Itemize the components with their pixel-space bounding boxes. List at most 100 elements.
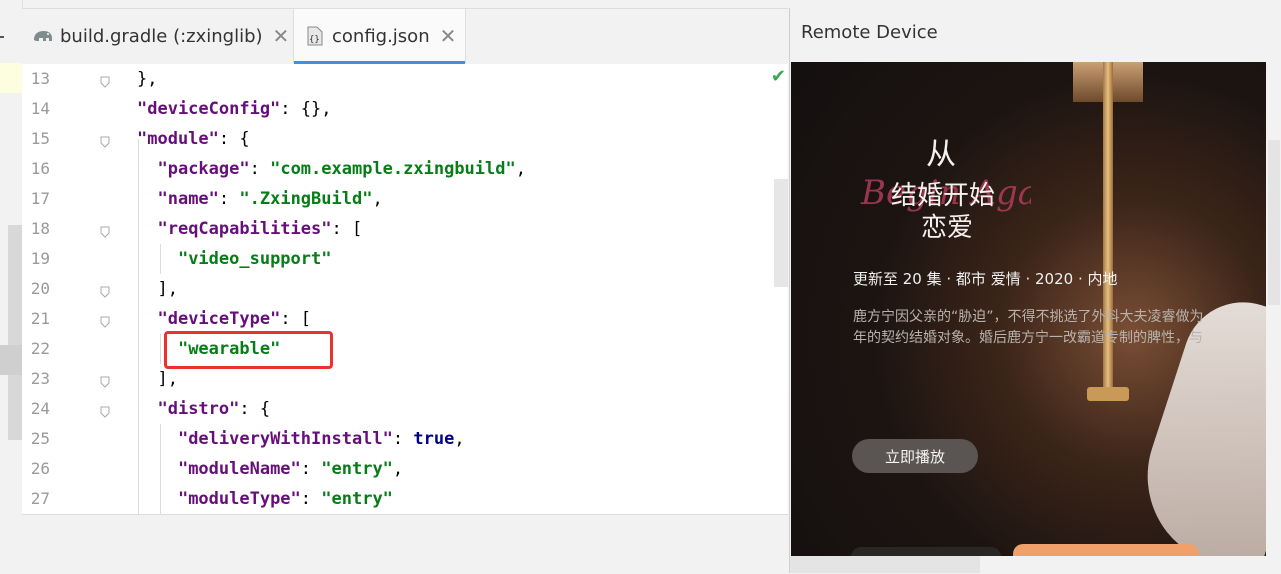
lamp-base: [1087, 387, 1129, 401]
code-token: : {: [239, 399, 271, 419]
code-line[interactable]: "deliveryWithInstall": true,: [137, 424, 465, 454]
indent-guide: [138, 139, 139, 514]
indent-guide: [160, 244, 161, 274]
code-token: "module": [137, 129, 219, 149]
code-line[interactable]: "module": {: [137, 124, 250, 154]
panel-title: Remote Device: [801, 22, 938, 43]
code-token: "reqCapabilities": [157, 219, 332, 239]
line-number: 15: [30, 129, 50, 148]
code-token: "video_support": [177, 249, 332, 269]
primary-button[interactable]: [1013, 544, 1199, 556]
fold-marker-icon[interactable]: [100, 73, 110, 88]
indent-guide: [160, 424, 161, 514]
code-token: :: [300, 459, 322, 479]
editor-scrollbar[interactable]: [774, 179, 788, 287]
code-token: true: [413, 429, 455, 449]
code-token: "deliveryWithInstall": [177, 429, 393, 449]
tab-label: build.gradle (:zxinglib): [60, 25, 263, 47]
line-number: 25: [30, 429, 50, 448]
device-screen[interactable]: Begin Again 从 结婚开始 恋爱 更新至 20 集 · 都市 爱情 ·…: [791, 62, 1266, 556]
code-token: ,: [515, 159, 526, 179]
code-line[interactable]: "moduleType": "entry": [137, 484, 393, 514]
check-icon: ✔: [770, 66, 786, 87]
line-number: 26: [30, 459, 50, 478]
line-number: 14: [30, 99, 50, 118]
code-token: ,: [454, 429, 465, 449]
fold-marker-icon[interactable]: [100, 403, 110, 418]
code-line[interactable]: "package": "com.example.zxingbuild",: [137, 154, 526, 184]
code-line[interactable]: },: [137, 64, 157, 94]
code-token: : [: [331, 219, 363, 239]
code-token: :: [218, 189, 240, 209]
fold-marker-icon[interactable]: [100, 373, 110, 388]
json-file-icon: {}: [304, 26, 326, 46]
desc-line: 鹿方宁因父亲的“胁迫”，不得不挑选了外科大夫凌睿做为: [853, 309, 1204, 325]
bottom-panel: [22, 514, 788, 574]
wearable-highlight-box: [164, 331, 333, 369]
code-token: ".ZxingBuild": [239, 189, 373, 209]
code-token: "entry": [321, 459, 393, 479]
tab-config-json[interactable]: {} config.json ✕: [293, 9, 466, 64]
desc-line: 年的契约结婚对象。婚后鹿方宁一改霸道专制的脾性，与: [853, 330, 1203, 346]
code-line[interactable]: "deviceConfig": {},: [137, 94, 331, 124]
code-line[interactable]: "video_support": [137, 244, 332, 274]
svg-text:从: 从: [926, 137, 956, 172]
line-number: 13: [30, 69, 50, 88]
code-editor[interactable]: 13 14 15 16 17 18 19 20 21 22 23 24 25 26 27 }, "device…: [22, 64, 788, 514]
code-token: : {: [218, 129, 250, 149]
close-icon[interactable]: ✕: [440, 24, 457, 48]
left-scrollbar[interactable]: [8, 225, 22, 440]
tab-label: config.json: [332, 25, 430, 47]
code-line[interactable]: "distro": {: [137, 394, 270, 424]
code-token: ,: [372, 189, 383, 209]
code-token: "name": [157, 189, 219, 209]
device-scrollbar[interactable]: [1268, 140, 1280, 305]
line-number: 24: [30, 399, 50, 418]
secondary-button[interactable]: [851, 547, 1001, 556]
line-number: 18: [30, 219, 50, 238]
left-scrollbar-thumb[interactable]: [0, 345, 22, 375]
show-meta: 更新至 20 集 · 都市 爱情 · 2020 · 内地: [853, 270, 1118, 288]
code-token: ],: [157, 369, 178, 389]
fold-marker-icon[interactable]: [100, 223, 110, 238]
svg-text:{}: {}: [309, 35, 320, 45]
fold-marker-icon[interactable]: [100, 313, 110, 328]
code-line[interactable]: "deviceType": [: [137, 304, 311, 334]
code-token: "package": [157, 159, 250, 179]
dash-marker: [0, 36, 4, 38]
left-tool-strip: [0, 0, 23, 573]
device-hscrollbar[interactable]: [790, 556, 980, 573]
play-now-button[interactable]: 立即播放: [852, 439, 978, 473]
code-token: "moduleName": [177, 459, 301, 479]
tab-build-gradle[interactable]: build.gradle (:zxinglib) ✕: [22, 9, 292, 63]
line-number: 21: [30, 309, 50, 328]
svg-text:结婚开始: 结婚开始: [891, 181, 995, 211]
code-token: : [: [280, 309, 312, 329]
line-number: 16: [30, 159, 50, 178]
code-token: "deviceConfig": [137, 99, 281, 119]
code-token: "entry": [321, 489, 393, 509]
code-line[interactable]: ],: [137, 274, 178, 304]
show-description: 鹿方宁因父亲的“胁迫”，不得不挑选了外科大夫凌睿做为 年的契约结婚对象。婚后鹿方…: [853, 307, 1266, 349]
code-token: "moduleType": [177, 489, 301, 509]
close-icon[interactable]: ✕: [273, 24, 290, 48]
gradle-elephant-icon: [32, 27, 54, 45]
code-line[interactable]: "reqCapabilities": [: [137, 214, 362, 244]
code-token: ,: [392, 459, 404, 479]
fold-marker-icon[interactable]: [100, 133, 110, 148]
code-token: :: [392, 429, 414, 449]
fold-marker-icon[interactable]: [100, 283, 110, 298]
code-line[interactable]: "name": ".ZxingBuild",: [137, 184, 383, 214]
code-token: ],: [157, 279, 178, 299]
line-number: 27: [30, 489, 50, 508]
code-line[interactable]: "moduleName": "entry",: [137, 454, 403, 484]
svg-text:恋爱: 恋爱: [921, 213, 973, 243]
